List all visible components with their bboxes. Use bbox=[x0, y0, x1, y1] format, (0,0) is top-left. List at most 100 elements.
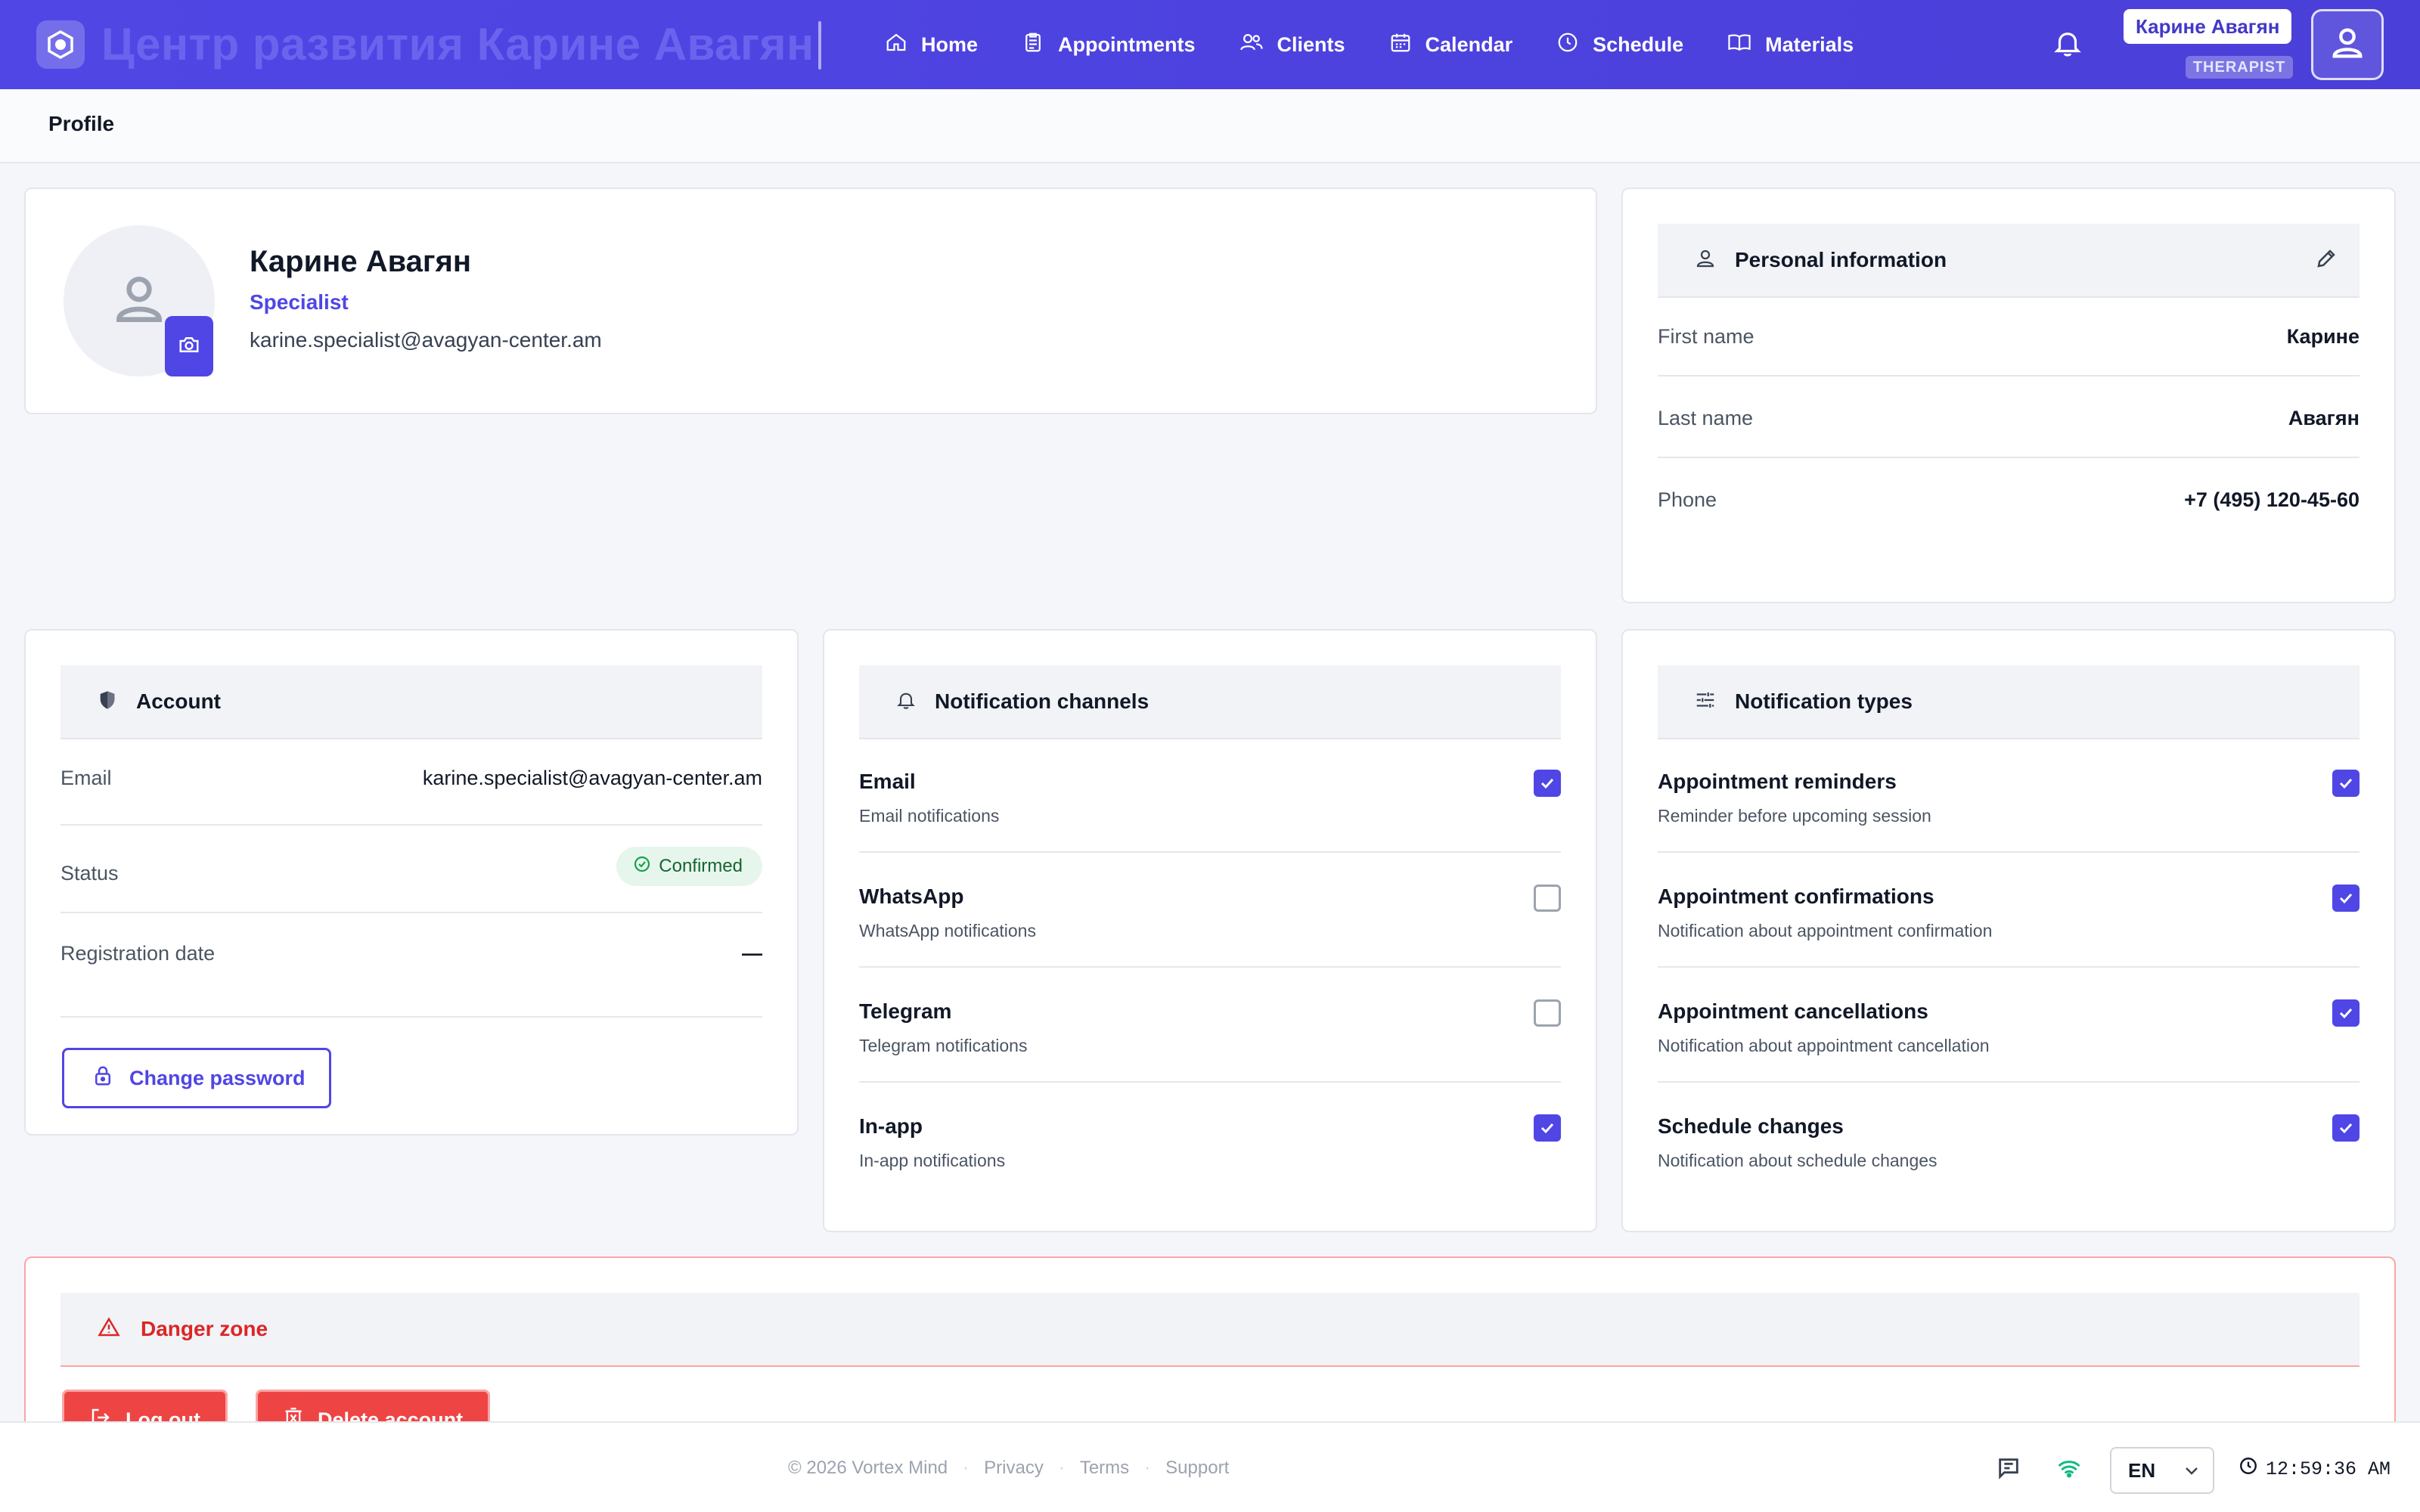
person-icon bbox=[1694, 247, 1717, 274]
notification-types-card: Notification types Appointment reminders… bbox=[1621, 629, 2396, 1232]
personal-info-header: Personal information bbox=[1658, 224, 2360, 298]
change-password-button[interactable]: Change password bbox=[62, 1048, 331, 1108]
separator-dot: · bbox=[1058, 1458, 1065, 1478]
footer-link-terms[interactable]: Terms bbox=[1080, 1458, 1129, 1479]
type-reminders-title: Appointment reminders bbox=[1658, 770, 1897, 793]
nav-item-home[interactable]: Home bbox=[885, 23, 978, 67]
status-badge: Confirmed bbox=[616, 847, 762, 886]
notification-channels-title: Notification channels bbox=[935, 689, 1150, 713]
edit-personal-info-button[interactable] bbox=[2305, 239, 2347, 281]
channel-inapp-title: In-app bbox=[859, 1114, 923, 1138]
channel-telegram-checkbox[interactable] bbox=[1534, 999, 1561, 1027]
nav-label: Schedule bbox=[1593, 33, 1684, 56]
top-navigation-bar: Центр развития Карине Авагян Home Appoin… bbox=[0, 0, 2420, 89]
registration-date-row: Registration date — bbox=[60, 915, 762, 1018]
clock-icon bbox=[2238, 1456, 2266, 1482]
user-menu-button[interactable] bbox=[2311, 9, 2384, 80]
profile-card: Карине Авагян Specialist karine.speciali… bbox=[24, 187, 1597, 414]
nav-label: Clients bbox=[1277, 33, 1345, 56]
type-confirmations-desc: Notification about appointment confirmat… bbox=[1658, 921, 1993, 940]
type-confirmations-checkbox[interactable] bbox=[2332, 885, 2360, 912]
type-confirmations-row: Appointment confirmations Notification a… bbox=[1658, 853, 2360, 968]
connection-status bbox=[2054, 1455, 2084, 1485]
personal-info-card: Personal information First name Карине L… bbox=[1621, 187, 2396, 603]
nav-item-clients[interactable]: Clients bbox=[1239, 23, 1345, 67]
footer-link-privacy[interactable]: Privacy bbox=[984, 1458, 1044, 1479]
channel-email-desc: Email notifications bbox=[859, 806, 1000, 826]
change-photo-button[interactable] bbox=[165, 316, 213, 376]
footer-link-support[interactable]: Support bbox=[1165, 1458, 1229, 1479]
danger-zone-title: Danger zone bbox=[141, 1317, 268, 1340]
phone-value: +7 (495) 120-45-60 bbox=[2184, 488, 2360, 511]
nav-item-calendar[interactable]: Calendar bbox=[1389, 23, 1512, 67]
first-name-value: Карине bbox=[2286, 325, 2360, 348]
account-email-label: Email bbox=[60, 767, 112, 789]
type-reminders-checkbox[interactable] bbox=[2332, 770, 2360, 797]
type-schedule-changes-title: Schedule changes bbox=[1658, 1114, 1844, 1138]
danger-zone-header: Danger zone bbox=[60, 1293, 2360, 1367]
type-schedule-changes-desc: Notification about schedule changes bbox=[1658, 1151, 1938, 1170]
footer: © 2026 Vortex Mind · Privacy · Terms · S… bbox=[0, 1421, 2420, 1512]
lock-icon bbox=[92, 1064, 129, 1093]
user-role-badge: THERAPIST bbox=[2186, 56, 2293, 79]
page-title: Profile bbox=[48, 112, 115, 135]
channel-telegram-title: Telegram bbox=[859, 999, 952, 1023]
first-name-label: First name bbox=[1658, 325, 1754, 348]
type-cancellations-row: Appointment cancellations Notification a… bbox=[1658, 968, 2360, 1083]
language-select[interactable]: EN bbox=[2110, 1447, 2214, 1494]
account-header: Account bbox=[60, 665, 762, 739]
last-name-row: Last name Авагян bbox=[1658, 378, 2360, 458]
page-header: Profile bbox=[0, 89, 2420, 163]
channel-email-checkbox[interactable] bbox=[1534, 770, 1561, 797]
bell-icon bbox=[895, 689, 917, 715]
chat-button[interactable] bbox=[1993, 1455, 2024, 1485]
type-reminders-desc: Reminder before upcoming session bbox=[1658, 806, 1931, 826]
registration-date-value: — bbox=[742, 942, 762, 965]
phone-label: Phone bbox=[1658, 488, 1717, 511]
bell-icon bbox=[2052, 26, 2083, 64]
nav-label: Materials bbox=[1765, 33, 1854, 56]
type-cancellations-checkbox[interactable] bbox=[2332, 999, 2360, 1027]
footer-links: © 2026 Vortex Mind · Privacy · Terms · S… bbox=[788, 1458, 1229, 1479]
users-icon bbox=[1239, 31, 1277, 59]
account-email-value: karine.specialist@avagyan-center.am bbox=[422, 767, 762, 789]
clipboard-icon bbox=[1022, 31, 1058, 59]
account-status-label: Status bbox=[60, 862, 119, 885]
language-value: EN bbox=[2128, 1458, 2156, 1482]
nav-label: Home bbox=[921, 33, 979, 56]
account-email-row: Email karine.specialist@avagyan-center.a… bbox=[60, 738, 762, 826]
pencil-icon bbox=[2315, 247, 2338, 274]
separator-dot: · bbox=[963, 1458, 970, 1478]
phone-row: Phone +7 (495) 120-45-60 bbox=[1658, 460, 2360, 540]
notification-types-title: Notification types bbox=[1735, 689, 1913, 713]
nav-item-schedule[interactable]: Schedule bbox=[1556, 23, 1683, 67]
nav-label: Appointments bbox=[1058, 33, 1196, 56]
clock-time: 12:59:36 AM bbox=[2266, 1458, 2391, 1480]
personal-info-title: Personal information bbox=[1735, 248, 1947, 271]
brand-title[interactable]: Центр развития Карине Авагян bbox=[101, 15, 814, 74]
type-cancellations-desc: Notification about appointment cancellat… bbox=[1658, 1036, 1990, 1055]
nav-item-materials[interactable]: Materials bbox=[1727, 23, 1854, 67]
separator-dot: · bbox=[1144, 1458, 1151, 1478]
type-schedule-changes-row: Schedule changes Notification about sche… bbox=[1658, 1083, 2360, 1198]
shield-icon bbox=[97, 689, 118, 715]
notification-channels-header: Notification channels bbox=[859, 665, 1561, 739]
channel-email-row: Email Email notifications bbox=[859, 738, 1561, 853]
account-title: Account bbox=[136, 689, 221, 713]
camera-icon bbox=[178, 333, 200, 360]
notifications-button[interactable] bbox=[2048, 25, 2087, 64]
channel-whatsapp-checkbox[interactable] bbox=[1534, 885, 1561, 912]
notification-channels-card: Notification channels Email Email notifi… bbox=[823, 629, 1597, 1232]
type-schedule-changes-checkbox[interactable] bbox=[2332, 1114, 2360, 1142]
channel-whatsapp-title: WhatsApp bbox=[859, 885, 964, 908]
copyright-text: © 2026 Vortex Mind bbox=[788, 1458, 948, 1478]
registration-date-label: Registration date bbox=[60, 942, 216, 965]
account-card: Account Email karine.specialist@avagyan-… bbox=[24, 629, 799, 1136]
channel-inapp-row: In-app In-app notifications bbox=[859, 1083, 1561, 1198]
nav-item-appointments[interactable]: Appointments bbox=[1022, 23, 1196, 67]
channel-inapp-checkbox[interactable] bbox=[1534, 1114, 1561, 1142]
calendar-icon bbox=[1389, 31, 1426, 59]
type-confirmations-title: Appointment confirmations bbox=[1658, 885, 1934, 908]
logo-icon[interactable] bbox=[36, 20, 85, 69]
user-name-chip[interactable]: Карине Авагян bbox=[2124, 9, 2292, 44]
